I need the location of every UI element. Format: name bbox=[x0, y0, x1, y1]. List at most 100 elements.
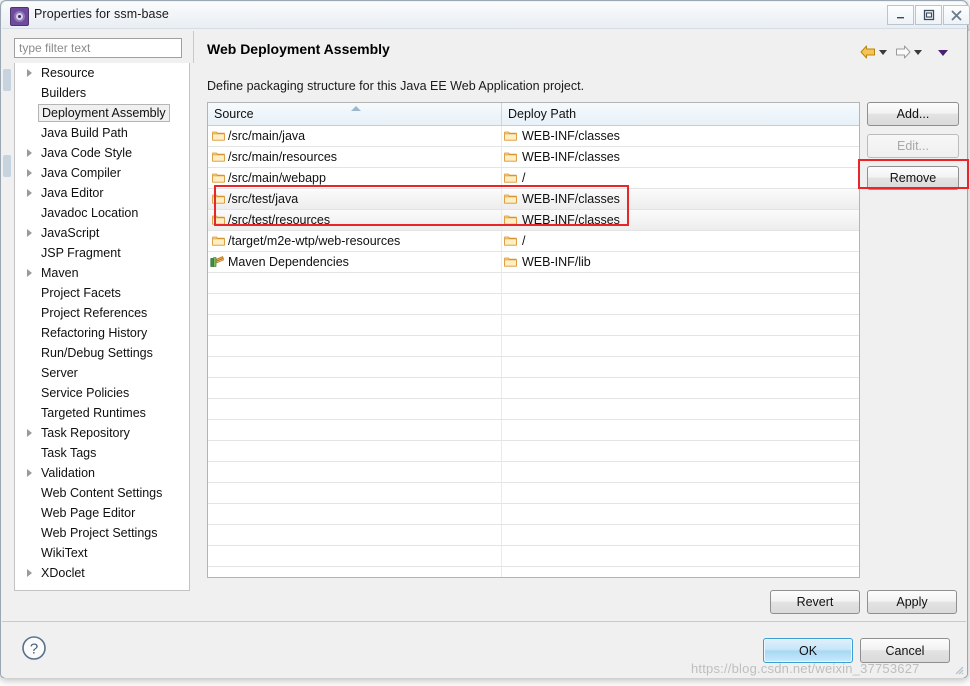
sidebar-item-resource[interactable]: Resource bbox=[15, 63, 189, 83]
filter-input[interactable] bbox=[14, 38, 182, 58]
sidebar-item-server[interactable]: Server bbox=[15, 363, 189, 383]
settings-tree[interactable]: Resource Builders Deployment Assembly Java … bbox=[14, 63, 190, 591]
expand-arrow-icon[interactable] bbox=[27, 149, 32, 157]
sidebar-item-label: Web Project Settings bbox=[41, 526, 158, 540]
cell-source bbox=[208, 567, 502, 577]
maximize-icon bbox=[923, 9, 934, 21]
folder-icon bbox=[504, 173, 517, 183]
dialog-left-scrollbar[interactable] bbox=[3, 63, 11, 591]
sidebar-item-web-page-editor[interactable]: Web Page Editor bbox=[15, 503, 189, 523]
sidebar-item-web-project-settings[interactable]: Web Project Settings bbox=[15, 523, 189, 543]
sidebar-item-xdoclet[interactable]: XDoclet bbox=[15, 563, 189, 583]
expand-arrow-icon[interactable] bbox=[27, 569, 32, 577]
sidebar-item-wikitext[interactable]: WikiText bbox=[15, 543, 189, 563]
expand-arrow-icon[interactable] bbox=[27, 69, 32, 77]
sidebar-item-label: Javadoc Location bbox=[41, 206, 139, 220]
sidebar-item-java-build-path[interactable]: Java Build Path bbox=[15, 123, 189, 143]
sidebar-item-project-facets[interactable]: Project Facets bbox=[15, 283, 189, 303]
cell-source bbox=[208, 294, 502, 314]
cancel-button[interactable]: Cancel bbox=[860, 638, 950, 663]
table-row[interactable]: /src/test/java WEB-INF/classes bbox=[208, 189, 859, 210]
expand-arrow-icon[interactable] bbox=[27, 169, 32, 177]
cell-source: /src/test/resources bbox=[208, 210, 502, 230]
cell-deploy-path bbox=[502, 525, 859, 545]
resize-grip-icon[interactable] bbox=[952, 663, 964, 675]
cell-source bbox=[208, 441, 502, 461]
sidebar-item-label: Project Facets bbox=[41, 286, 121, 300]
table-row[interactable]: /src/test/resources WEB-INF/classes bbox=[208, 210, 859, 231]
table-row[interactable]: /src/main/webapp / bbox=[208, 168, 859, 189]
sidebar-item-label: Validation bbox=[41, 466, 95, 480]
cell-source bbox=[208, 399, 502, 419]
table-row[interactable]: /target/m2e-wtp/web-resources / bbox=[208, 231, 859, 252]
cell-deploy-path bbox=[502, 504, 859, 524]
back-arrow-icon[interactable] bbox=[860, 45, 876, 59]
maximize-button[interactable] bbox=[915, 5, 942, 25]
deploy-path-text: WEB-INF/classes bbox=[522, 192, 620, 206]
expand-arrow-icon[interactable] bbox=[27, 189, 32, 197]
folder-icon bbox=[504, 131, 517, 141]
sidebar-item-task-repository[interactable]: Task Repository bbox=[15, 423, 189, 443]
expand-arrow-icon[interactable] bbox=[27, 429, 32, 437]
expand-arrow-icon[interactable] bbox=[27, 469, 32, 477]
sidebar-item-task-tags[interactable]: Task Tags bbox=[15, 443, 189, 463]
folder-icon bbox=[504, 194, 517, 204]
add-button[interactable]: Add... bbox=[867, 102, 959, 126]
minimize-button[interactable] bbox=[887, 5, 914, 25]
remove-button[interactable]: Remove bbox=[867, 166, 959, 190]
sidebar-item-deployment-assembly[interactable]: Deployment Assembly bbox=[15, 103, 189, 123]
cell-deploy-path: WEB-INF/classes bbox=[502, 189, 859, 209]
help-question-icon[interactable]: ? bbox=[21, 635, 47, 661]
cell-source: /src/main/webapp bbox=[208, 168, 502, 188]
sidebar-item-java-editor[interactable]: Java Editor bbox=[15, 183, 189, 203]
forward-history-chevron-down-icon[interactable] bbox=[914, 50, 922, 55]
folder-icon bbox=[212, 194, 225, 204]
gear-icon bbox=[10, 7, 29, 26]
folder-icon bbox=[504, 236, 517, 246]
close-button[interactable] bbox=[943, 5, 970, 25]
sidebar-item-java-compiler[interactable]: Java Compiler bbox=[15, 163, 189, 183]
cell-deploy-path bbox=[502, 294, 859, 314]
sidebar-item-web-content-settings[interactable]: Web Content Settings bbox=[15, 483, 189, 503]
sidebar-item-targeted-runtimes[interactable]: Targeted Runtimes bbox=[15, 403, 189, 423]
expand-arrow-icon[interactable] bbox=[27, 269, 32, 277]
folder-icon bbox=[504, 257, 517, 267]
ok-button[interactable]: OK bbox=[763, 638, 853, 663]
table-row[interactable]: /src/main/java WEB-INF/classes bbox=[208, 126, 859, 147]
cell-deploy-path bbox=[502, 420, 859, 440]
properties-dialog: Properties for ssm-base Resource Builders… bbox=[0, 0, 970, 678]
sidebar-item-jsp-fragment[interactable]: JSP Fragment bbox=[15, 243, 189, 263]
sidebar-item-maven[interactable]: Maven bbox=[15, 263, 189, 283]
sidebar-item-javascript[interactable]: JavaScript bbox=[15, 223, 189, 243]
source-path-text: /src/main/resources bbox=[228, 150, 338, 164]
apply-button[interactable]: Apply bbox=[867, 590, 957, 614]
sidebar-item-label: Java Editor bbox=[41, 186, 104, 200]
sidebar-item-validation[interactable]: Validation bbox=[15, 463, 189, 483]
sidebar-item-java-code-style[interactable]: Java Code Style bbox=[15, 143, 189, 163]
page-menu-chevron-down-icon[interactable] bbox=[938, 50, 948, 56]
folder-icon bbox=[212, 131, 225, 141]
table-row[interactable]: /src/main/resources WEB-INF/classes bbox=[208, 147, 859, 168]
expand-arrow-icon[interactable] bbox=[27, 229, 32, 237]
sidebar-item-builders[interactable]: Builders bbox=[15, 83, 189, 103]
source-path-text: /src/main/webapp bbox=[228, 171, 326, 185]
revert-button[interactable]: Revert bbox=[770, 590, 860, 614]
deployment-assembly-table[interactable]: Source Deploy Path /src/main/java WEB-INF… bbox=[207, 102, 860, 578]
sidebar-item-project-references[interactable]: Project References bbox=[15, 303, 189, 323]
back-history-chevron-down-icon[interactable] bbox=[879, 50, 887, 55]
sidebar-item-javadoc-location[interactable]: Javadoc Location bbox=[15, 203, 189, 223]
cell-deploy-path: WEB-INF/lib bbox=[502, 252, 859, 272]
deploy-path-text: / bbox=[522, 171, 526, 185]
sort-ascending-icon bbox=[351, 106, 361, 111]
table-empty-row bbox=[208, 462, 859, 483]
sidebar-item-refactoring-history[interactable]: Refactoring History bbox=[15, 323, 189, 343]
table-row[interactable]: Maven Dependencies WEB-INF/lib bbox=[208, 252, 859, 273]
sidebar-item-label: Service Policies bbox=[41, 386, 130, 400]
cell-deploy-path bbox=[502, 399, 859, 419]
sidebar-item-label: JSP Fragment bbox=[41, 246, 121, 260]
sidebar-item-run-debug-settings[interactable]: Run/Debug Settings bbox=[15, 343, 189, 363]
source-path-text: /target/m2e-wtp/web-resources bbox=[228, 234, 401, 248]
cell-source bbox=[208, 546, 502, 566]
sidebar-item-service-policies[interactable]: Service Policies bbox=[15, 383, 189, 403]
column-header-deploy-path[interactable]: Deploy Path bbox=[502, 103, 859, 125]
